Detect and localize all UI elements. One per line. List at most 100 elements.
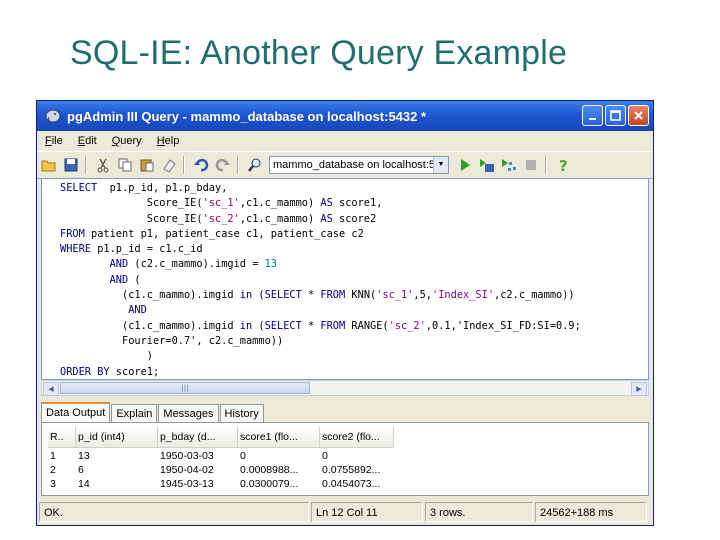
undo-button[interactable]	[191, 155, 211, 175]
menu-file[interactable]: File	[37, 135, 70, 147]
open-button[interactable]	[39, 155, 59, 175]
status-timing: 24562+188 ms	[535, 502, 647, 522]
tab-data-output[interactable]: Data Output	[41, 402, 111, 423]
scroll-left-icon[interactable]: ◀	[43, 382, 59, 396]
explain-icon	[502, 159, 516, 171]
execute-to-file-button[interactable]	[477, 155, 497, 175]
tab-explain[interactable]: Explain	[111, 404, 158, 423]
tab-messages[interactable]: Messages	[158, 404, 219, 423]
clear-button[interactable]	[159, 155, 179, 175]
maximize-icon	[610, 110, 621, 121]
code-line: AND (c2.c_mammo).imgid = 13	[109, 258, 278, 271]
editor-horizontal-scrollbar[interactable]: ◀ ||| ▶	[41, 380, 649, 396]
status-bar: OK. Ln 12 Col 11 3 rows. 24562+188 ms	[39, 502, 653, 524]
scrollbar-thumb[interactable]: |||	[60, 382, 310, 394]
status-row-count: 3 rows.	[425, 502, 533, 522]
undo-icon	[194, 158, 209, 172]
table-cell: 0.0755892...	[322, 464, 381, 476]
table-cell: 0.0300079...	[240, 478, 299, 490]
output-tabs: Data Output Explain Messages History	[41, 402, 265, 423]
menu-help[interactable]: Help	[149, 135, 187, 147]
copy-icon	[118, 158, 132, 172]
execute-to-file-icon	[480, 159, 494, 172]
slide-title: SQL-IE: Another Query Example	[70, 34, 568, 72]
grid-header: R.. p_id (int4) p_bday (d... score1 (flo…	[48, 427, 394, 448]
title-bar[interactable]: pgAdmin III Query - mammo_database on lo…	[37, 101, 653, 131]
save-button[interactable]	[61, 155, 81, 175]
table-cell: 1950-03-03	[160, 450, 214, 462]
table-cell: 0	[240, 450, 246, 462]
table-cell: 0.0008988...	[240, 464, 299, 476]
table-cell: 0	[322, 450, 328, 462]
column-header[interactable]: p_id (int4)	[76, 427, 158, 447]
explain-button[interactable]	[499, 155, 519, 175]
sql-text: SELECT p1.p_id, p1.p_bday, Score_IE('sc_…	[42, 179, 648, 379]
cut-button[interactable]	[93, 155, 113, 175]
table-row[interactable]: 3 14 1945-03-13 0.0300079... 0.0454073..…	[48, 477, 394, 491]
status-cursor-position: Ln 12 Col 11	[311, 502, 423, 522]
elephant-icon	[45, 109, 61, 123]
cancel-button[interactable]	[521, 155, 541, 175]
code-line: )	[60, 350, 153, 363]
maximize-button[interactable]	[605, 105, 626, 126]
code-line: (c1.c_mammo).imgid in (SELECT * FROM RAN…	[60, 319, 581, 332]
close-icon	[634, 111, 643, 120]
copy-button[interactable]	[115, 155, 135, 175]
code-line: AND (	[109, 273, 141, 286]
code-line: AND	[128, 304, 147, 317]
table-cell: 1	[50, 450, 56, 462]
code-line: (c1.c_mammo).imgid in (SELECT * FROM KNN…	[60, 289, 575, 302]
execute-button[interactable]	[455, 155, 475, 175]
redo-button[interactable]	[213, 155, 233, 175]
toolbar: mammo_database on localhost:5 ▼ ?	[37, 151, 653, 179]
chevron-down-icon: ▼	[433, 157, 448, 173]
status-message: OK.	[39, 502, 309, 522]
find-icon	[248, 158, 261, 172]
column-header[interactable]: R..	[48, 427, 76, 447]
table-cell: 6	[78, 464, 84, 476]
menu-query[interactable]: Query	[104, 135, 149, 147]
scroll-right-icon[interactable]: ▶	[631, 382, 647, 396]
window-title: pgAdmin III Query - mammo_database on lo…	[67, 108, 427, 124]
table-row[interactable]: 1 13 1950-03-03 0 0	[48, 449, 394, 463]
minimize-icon	[588, 117, 596, 120]
open-icon	[41, 160, 56, 172]
paste-icon	[140, 159, 154, 172]
execute-icon	[461, 159, 470, 171]
column-header[interactable]: score1 (flo...	[238, 427, 320, 447]
table-cell: 2	[50, 464, 56, 476]
svg-text:?: ?	[559, 157, 568, 173]
clear-icon	[163, 159, 176, 173]
toolbar-separator	[237, 156, 239, 174]
results-grid: R.. p_id (int4) p_bday (d... score1 (flo…	[48, 427, 394, 491]
results-panel: R.. p_id (int4) p_bday (d... score1 (flo…	[41, 422, 649, 496]
close-button[interactable]	[628, 105, 649, 126]
cut-icon	[97, 158, 109, 173]
table-cell: 14	[78, 478, 90, 490]
table-cell: 0.0454073...	[322, 478, 381, 490]
table-cell: 13	[78, 450, 90, 462]
find-button[interactable]	[245, 155, 265, 175]
column-header[interactable]: score2 (flo...	[320, 427, 394, 447]
toolbar-separator	[183, 156, 185, 174]
code-line: ORDER BY score1;	[60, 365, 160, 378]
table-cell: 1945-03-13	[160, 478, 214, 490]
query-window: pgAdmin III Query - mammo_database on lo…	[36, 100, 654, 526]
code-line: Score_IE('sc_2',c1.c_mammo) AS score2	[60, 212, 377, 225]
sql-editor[interactable]: SELECT p1.p_id, p1.p_bday, Score_IE('sc_…	[41, 178, 649, 380]
redo-icon	[215, 158, 230, 172]
database-select[interactable]: mammo_database on localhost:5 ▼	[269, 156, 449, 174]
paste-button[interactable]	[137, 155, 157, 175]
minimize-button[interactable]	[582, 105, 603, 126]
code-line: Fourier=0.7', c2.c_mammo))	[60, 334, 284, 347]
table-row[interactable]: 2 6 1950-04-02 0.0008988... 0.0755892...	[48, 463, 394, 477]
toolbar-separator	[85, 156, 87, 174]
tab-history[interactable]: History	[219, 404, 264, 423]
toolbar-separator	[545, 156, 547, 174]
help-button[interactable]: ?	[553, 155, 573, 175]
column-header[interactable]: p_bday (d...	[158, 427, 238, 447]
code-line: Score_IE('sc_1',c1.c_mammo) AS score1,	[60, 197, 383, 210]
menu-edit[interactable]: Edit	[70, 135, 104, 147]
menu-bar: File Edit Query Help	[37, 131, 653, 151]
code-line: SELECT p1.p_id, p1.p_bday,	[60, 182, 228, 194]
